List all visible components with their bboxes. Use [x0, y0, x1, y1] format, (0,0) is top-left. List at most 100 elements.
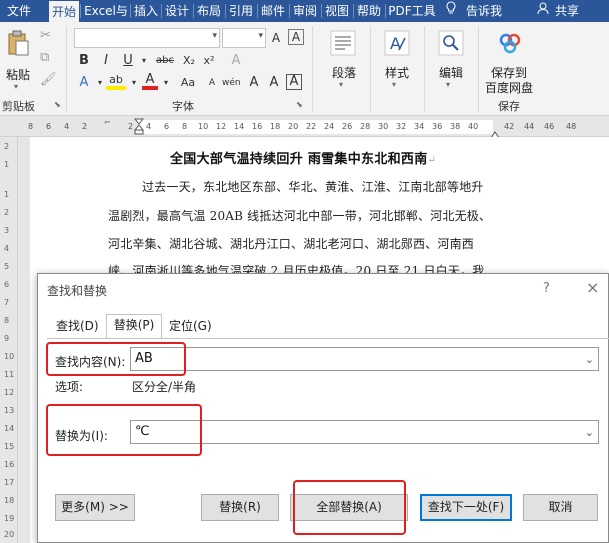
- document-line: 温剧烈，最高气温 20AB 线抵达河北中部一带，河北邯郸、河北无极、: [108, 209, 492, 223]
- copy-icon[interactable]: ⧉: [40, 50, 49, 65]
- highlight-icon[interactable]: ab: [106, 72, 126, 90]
- lightbulb-icon[interactable]: [444, 0, 458, 22]
- tab-view[interactable]: 视图: [323, 0, 351, 22]
- superscript-button[interactable]: x²: [200, 52, 218, 70]
- ribbon: 粘贴 ▾ ✂ ⧉ 🖌 剪贴板 ⬊ ▾ ▾ A A B I U ▾ abc X₂ …: [0, 22, 609, 116]
- ruler-number: 46: [544, 122, 555, 131]
- paragraph-icon[interactable]: [330, 30, 356, 59]
- styles-button[interactable]: 样式: [385, 64, 409, 81]
- tab-goto[interactable]: 定位(G): [167, 316, 214, 338]
- vruler-number: 16: [4, 460, 15, 469]
- cut-icon[interactable]: ✂: [40, 28, 51, 43]
- vruler-number: 8: [4, 316, 10, 325]
- italic-button[interactable]: I: [98, 52, 114, 70]
- chevron-down-icon: ▾: [212, 31, 217, 41]
- replace-button[interactable]: 替换(R): [201, 494, 279, 521]
- editing-button[interactable]: 编辑: [439, 64, 463, 81]
- search-icon[interactable]: [438, 30, 464, 59]
- tab-file[interactable]: 文件: [4, 0, 34, 22]
- find-next-button[interactable]: 查找下一处(F): [420, 494, 512, 521]
- char-border-icon[interactable]: A: [288, 29, 304, 45]
- change-case-button[interactable]: Aa: [178, 74, 198, 92]
- tab-excel[interactable]: Excel与: [82, 0, 130, 22]
- close-button[interactable]: ×: [586, 278, 599, 297]
- chevron-down-icon[interactable]: ⌄: [585, 349, 594, 371]
- vruler-number: 2: [4, 208, 10, 217]
- ruler-number: 26: [342, 122, 353, 131]
- char-border-button[interactable]: A: [286, 74, 302, 90]
- chevron-down-icon[interactable]: ⌄: [585, 422, 594, 444]
- ruler-number: 8: [28, 122, 34, 131]
- font-color-icon[interactable]: A: [142, 72, 158, 90]
- chevron-down-icon: ▾: [258, 31, 263, 41]
- ruler-number: 38: [450, 122, 461, 131]
- document-line: 河北辛集、湖北谷城、湖北丹江口、湖北老河口、湖北郧西、河南西: [108, 237, 475, 251]
- shrink-font-button[interactable]: A: [246, 74, 262, 92]
- help-button[interactable]: ?: [543, 281, 550, 296]
- tell-me[interactable]: 告诉我: [464, 0, 504, 22]
- ruler-number: 36: [432, 122, 443, 131]
- grow-font-button[interactable]: A: [204, 74, 220, 92]
- tab-home[interactable]: 开始: [49, 1, 79, 22]
- options-value: 区分全/半角: [132, 380, 197, 394]
- ruler-number: 4: [146, 122, 152, 131]
- baidu-netdisk-icon[interactable]: [498, 32, 522, 57]
- tab-insert[interactable]: 插入: [132, 0, 160, 22]
- indent-marker-icon[interactable]: [133, 118, 145, 139]
- underline-button[interactable]: U: [120, 52, 136, 70]
- cancel-button[interactable]: 取消: [523, 494, 598, 521]
- tab-review[interactable]: 审阅: [291, 0, 319, 22]
- clear-format-icon[interactable]: A: [228, 52, 244, 70]
- font-color-dropdown-icon[interactable]: ▾: [158, 74, 174, 92]
- subscript-button[interactable]: X₂: [180, 52, 198, 70]
- find-what-input[interactable]: AB ⌄: [130, 347, 599, 371]
- document-title: 全国大部气温持续回升 雨雪集中东北和西南↵: [170, 152, 437, 167]
- tab-layout[interactable]: 布局: [195, 0, 223, 22]
- vruler-number: 4: [4, 244, 10, 253]
- text-effect-icon[interactable]: A: [76, 74, 92, 92]
- ruler-number: 28: [360, 122, 371, 131]
- paste-dropdown-icon[interactable]: ▾: [14, 82, 18, 91]
- vruler-number: 7: [4, 298, 10, 307]
- font-name-combo[interactable]: ▾: [74, 28, 220, 48]
- styles-dropdown-icon[interactable]: ▾: [392, 80, 396, 89]
- editing-dropdown-icon[interactable]: ▾: [446, 80, 450, 89]
- vruler-number: 9: [4, 334, 10, 343]
- ruler-number: 32: [396, 122, 407, 131]
- tab-find[interactable]: 查找(D): [54, 316, 101, 338]
- paste-icon[interactable]: [6, 30, 30, 61]
- share-button[interactable]: 共享: [552, 0, 582, 22]
- paragraph-button[interactable]: 段落: [332, 64, 356, 81]
- ruler-corner-icon[interactable]: ⌐: [104, 118, 111, 127]
- bold-button[interactable]: B: [76, 52, 92, 70]
- tab-references[interactable]: 引用: [227, 0, 255, 22]
- document-line: 过去一天，东北地区东部、华北、黄淮、江淮、江南北部等地升: [142, 180, 484, 194]
- clipboard-launcher-icon[interactable]: ⬊: [54, 100, 61, 109]
- underline-dropdown-icon[interactable]: ▾: [136, 52, 152, 70]
- tab-design[interactable]: 设计: [163, 0, 191, 22]
- paragraph-dropdown-icon[interactable]: ▾: [339, 80, 343, 89]
- more-button[interactable]: 更多(M) >>: [55, 494, 135, 521]
- tab-pdf-tools[interactable]: PDF工具: [387, 0, 437, 22]
- highlight-dropdown-icon[interactable]: ▾: [126, 74, 142, 92]
- enclose-char-button[interactable]: A: [266, 74, 282, 92]
- ruler-number: 18: [270, 122, 281, 131]
- ruler-number: 2: [82, 122, 88, 131]
- tab-mailings[interactable]: 邮件: [259, 0, 287, 22]
- save-to-baidu-line2[interactable]: 百度网盘: [485, 79, 533, 96]
- strikethrough-button[interactable]: abc: [152, 52, 178, 70]
- format-painter-icon[interactable]: 🖌: [40, 72, 57, 87]
- font-launcher-icon[interactable]: ⬊: [296, 100, 303, 109]
- grow-font-icon[interactable]: A: [268, 29, 284, 47]
- phonetic-guide-button[interactable]: wén: [222, 74, 241, 92]
- ruler-number: 30: [378, 122, 389, 131]
- styles-icon[interactable]: A: [384, 30, 410, 59]
- paste-button[interactable]: 粘贴: [6, 66, 30, 83]
- vruler-number: 6: [4, 280, 10, 289]
- user-icon[interactable]: [536, 0, 550, 22]
- font-size-combo[interactable]: ▾: [222, 28, 266, 48]
- ribbon-tab-bar: 文件 开始 Excel与 插入 设计 布局 引用 邮件 审阅 视图 帮助 PDF…: [0, 0, 609, 22]
- ruler-number: 24: [324, 122, 335, 131]
- tab-help[interactable]: 帮助: [355, 0, 383, 22]
- tab-replace[interactable]: 替换(P): [106, 314, 162, 339]
